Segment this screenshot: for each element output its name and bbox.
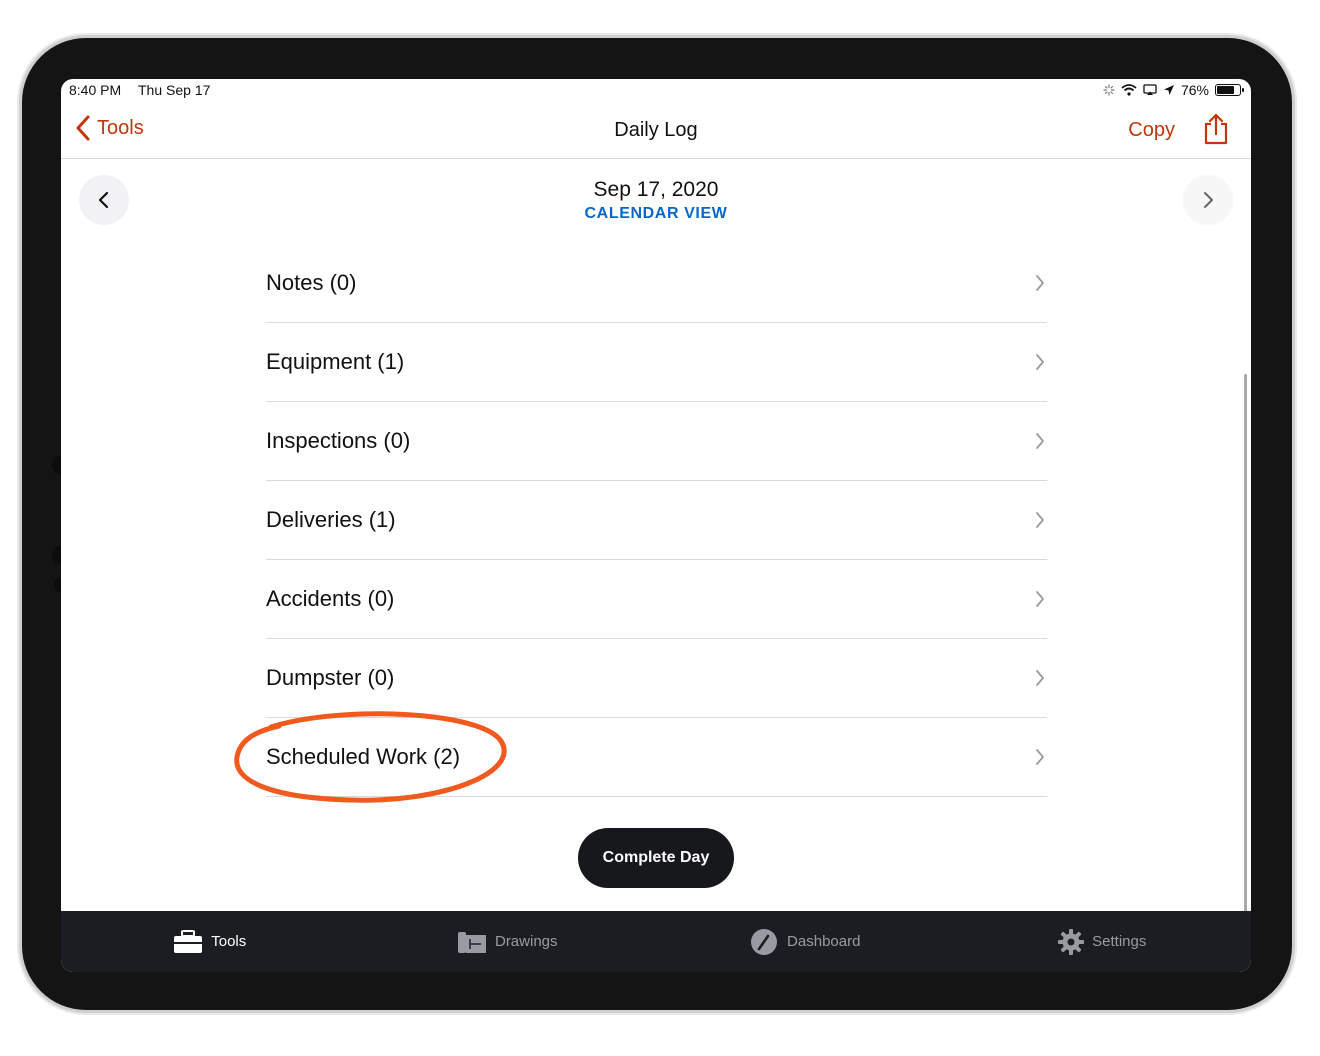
status-icons: 76%	[1103, 82, 1244, 98]
log-item-accidents[interactable]: Accidents (0)	[266, 560, 1047, 639]
log-item-label: Deliveries (1)	[266, 507, 396, 532]
battery-level	[1217, 86, 1234, 94]
chevron-right-icon	[1036, 749, 1044, 765]
toolbox-icon	[174, 929, 203, 953]
chevron-right-icon	[1036, 591, 1044, 607]
scrollbar[interactable]	[1244, 374, 1247, 914]
share-button[interactable]	[1203, 113, 1229, 150]
dashboard-icon	[751, 928, 778, 955]
nav-bar: Tools Daily Log Copy	[61, 105, 1251, 159]
log-item-label: Scheduled Work (2)	[266, 744, 461, 769]
log-item-label: Equipment (1)	[266, 349, 405, 374]
log-item-scheduled-work[interactable]: Scheduled Work (2)	[266, 718, 1047, 797]
tab-label: Dashboard	[787, 933, 861, 950]
tab-settings[interactable]: Settings	[954, 911, 1252, 972]
chevron-right-icon	[1036, 275, 1044, 291]
tab-label: Tools	[211, 933, 247, 950]
log-item-equipment[interactable]: Equipment (1)	[266, 323, 1047, 402]
log-item-inspections[interactable]: Inspections (0)	[266, 402, 1047, 481]
log-item-label: Inspections (0)	[266, 428, 411, 453]
battery-percent: 76%	[1180, 82, 1209, 98]
wifi-icon	[1121, 84, 1137, 96]
status-bar: 8:40 PM Thu Sep 17 76%	[61, 79, 1251, 105]
complete-day-button[interactable]: Complete Day	[578, 828, 734, 888]
tab-dashboard[interactable]: Dashboard	[656, 911, 954, 972]
log-item-label: Dumpster (0)	[266, 665, 395, 690]
tab-bar: Tools Drawings Dashboard Settings	[61, 911, 1251, 972]
tab-drawings[interactable]: Drawings	[359, 911, 657, 972]
page-title: Daily Log	[614, 119, 698, 141]
drawings-icon	[457, 931, 486, 953]
log-item-label: Notes (0)	[266, 270, 357, 295]
tab-label: Settings	[1092, 933, 1147, 950]
calendar-view-link[interactable]: CALENDAR VIEW	[61, 205, 1251, 223]
log-item-deliveries[interactable]: Deliveries (1)	[266, 481, 1047, 560]
share-icon	[1204, 113, 1228, 145]
screen-mirror-icon	[1143, 84, 1157, 95]
chevron-right-icon	[1036, 433, 1044, 449]
tab-label: Drawings	[494, 933, 558, 950]
copy-button[interactable]: Copy	[1128, 119, 1175, 142]
tab-tools[interactable]: Tools	[61, 911, 359, 972]
status-time: 8:40 PM	[69, 82, 122, 98]
chevron-right-icon	[1036, 354, 1044, 370]
status-date: Thu Sep 17	[138, 82, 211, 98]
current-date: Sep 17, 2020	[593, 178, 719, 201]
chevron-right-icon	[1036, 512, 1044, 528]
location-arrow-icon	[1163, 85, 1174, 95]
chevron-right-icon	[1204, 192, 1213, 208]
log-list: Notes (0) Equipment (1) Inspections (0) …	[266, 244, 1047, 797]
log-item-notes[interactable]: Notes (0)	[266, 244, 1047, 323]
log-item-dumpster[interactable]: Dumpster (0)	[266, 639, 1047, 718]
activity-icon	[1103, 84, 1115, 96]
next-day-button[interactable]	[1183, 175, 1233, 225]
battery-icon	[1215, 84, 1244, 96]
log-item-label: Accidents (0)	[266, 586, 395, 611]
gear-icon	[1058, 928, 1085, 955]
ipad-frame: 8:40 PM Thu Sep 17 76% Tools Daily Log C…	[22, 38, 1292, 1010]
chevron-right-icon	[1036, 670, 1044, 686]
screen: 8:40 PM Thu Sep 17 76% Tools Daily Log C…	[61, 79, 1251, 972]
